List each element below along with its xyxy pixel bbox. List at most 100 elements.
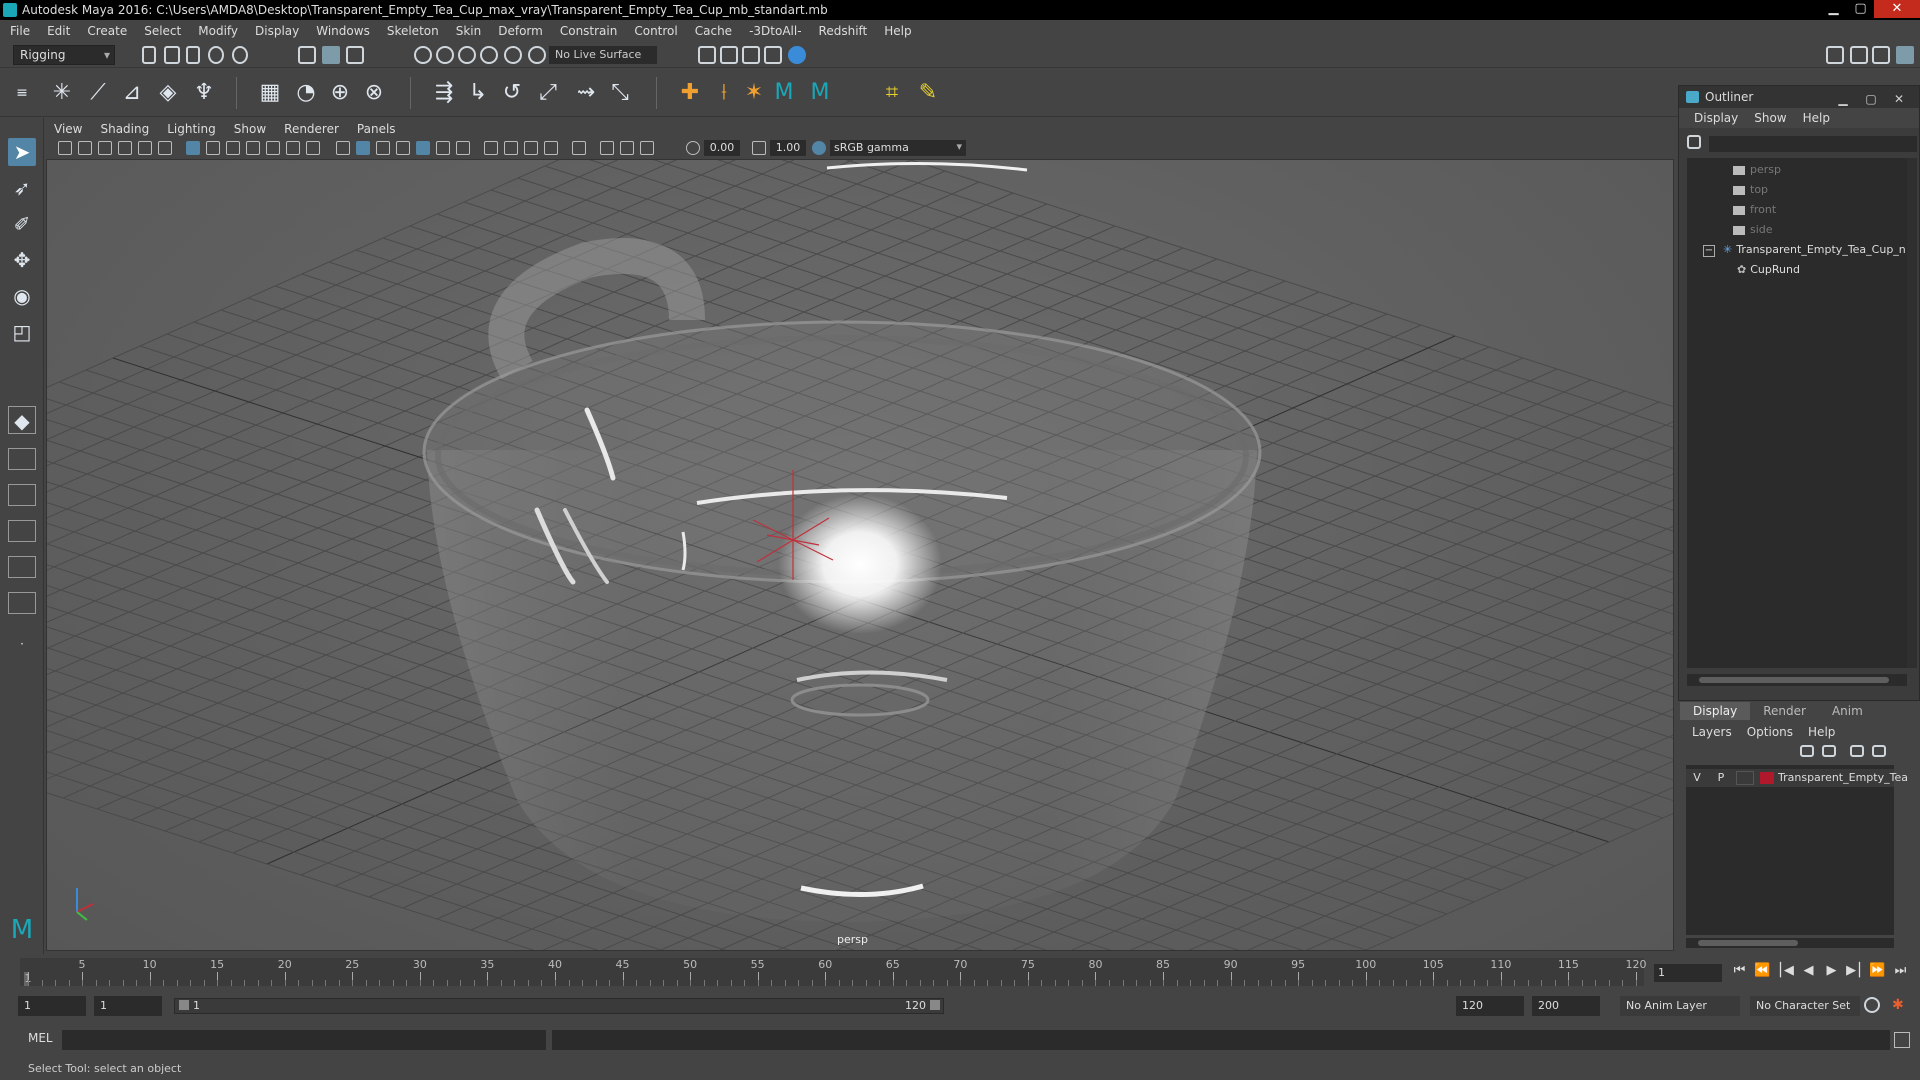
menu-file[interactable]: File [10,24,30,38]
outliner-item-front[interactable]: front [1733,200,1776,220]
minimize-button[interactable]: ▁ [1820,0,1847,18]
layer-visibility-toggle[interactable]: V [1688,769,1706,787]
layer-horizontal-scrollbar[interactable] [1686,938,1894,948]
toolbox-more-icon[interactable]: · [8,630,36,658]
outliner-filter-icon[interactable] [1687,135,1701,149]
ik-handle-icon[interactable]: ⟋ [84,79,112,107]
play-forward-button[interactable]: ▶ [1820,963,1843,978]
animation-end-field[interactable]: 200 [1532,996,1600,1016]
aim-constraint-icon[interactable]: ⇝ [572,79,600,107]
gamma-field[interactable]: 1.00 [770,140,806,156]
menu-constrain[interactable]: Constrain [560,24,618,38]
live-surface-field[interactable]: No Live Surface [549,46,657,64]
scrollbar-thumb[interactable] [1698,940,1798,946]
menu-windows[interactable]: Windows [316,24,370,38]
layer-menu-options[interactable]: Options [1747,725,1793,739]
gate-mask-icon[interactable] [246,141,260,155]
four-view-layout-icon[interactable] [8,448,36,470]
outliner-item-side[interactable]: side [1733,220,1773,240]
scrollbar-thumb[interactable] [1699,677,1889,683]
tool-settings-icon[interactable] [1872,46,1890,64]
orient-constraint-icon[interactable]: ↺ [498,79,526,107]
outliner-minimize-button[interactable]: ▁ [1829,88,1857,110]
menu-help[interactable]: Help [884,24,911,38]
render-settings-icon[interactable] [698,46,716,64]
shadows-icon[interactable] [436,141,450,155]
modeling-toolkit-icon[interactable] [1826,46,1844,64]
layer-list[interactable]: V P Transparent_Empty_Tea [1686,765,1908,935]
move-layer-down-icon[interactable] [1822,745,1836,757]
menu-modify[interactable]: Modify [198,24,238,38]
close-button[interactable]: ✕ [1874,0,1920,18]
symmetry-icon[interactable] [528,46,546,64]
safe-action-icon[interactable] [286,141,300,155]
outliner-item-persp[interactable]: persp [1733,160,1781,180]
paint-select-icon[interactable]: ✐ [8,210,36,238]
new-layer-selected-icon[interactable] [1872,745,1886,757]
outliner-menu-help[interactable]: Help [1803,111,1830,125]
motion-blur-icon[interactable] [504,141,518,155]
joint-tool-icon[interactable]: ✳ [48,79,76,107]
pole-vector-icon[interactable]: ⤡ [606,79,634,107]
textured-icon[interactable] [396,141,410,155]
step-forward-frame-button[interactable]: ▶⎮ [1843,963,1866,978]
range-start-handle[interactable] [179,1000,189,1010]
single-view-icon[interactable]: ◆ [8,406,36,434]
menu-cache[interactable]: Cache [695,24,732,38]
auto-key-icon[interactable] [1864,997,1880,1013]
grease-pencil-icon[interactable] [158,141,172,155]
channel-box-icon[interactable] [1896,46,1914,64]
backface-culling-icon[interactable] [640,141,654,155]
exposure-icon[interactable] [686,141,700,155]
attribute-editor-icon[interactable] [1850,46,1868,64]
outliner-search-input[interactable] [1709,136,1917,152]
render-view-icon[interactable] [764,46,782,64]
undo-icon[interactable] [208,46,224,64]
menu-control[interactable]: Control [634,24,677,38]
panel-menu-shading[interactable]: Shading [100,122,149,136]
play-backward-button[interactable]: ◀ [1797,963,1820,978]
cluster-handle-icon[interactable]: ⟊ [710,79,738,107]
camera-attributes-icon[interactable] [78,141,92,155]
outliner-close-button[interactable]: ✕ [1885,88,1913,110]
cluster-icon[interactable]: ◔ [292,79,320,107]
parent-constraint-icon[interactable]: ⇶ [430,79,458,107]
render-frame-icon[interactable] [720,46,738,64]
layer-display-type-toggle[interactable] [1736,771,1754,785]
step-back-key-button[interactable]: ⏪ [1751,963,1774,978]
lattice-icon[interactable]: ▦ [256,79,284,107]
select-object-icon[interactable] [322,46,340,64]
layer-row[interactable]: V P Transparent_Empty_Tea [1686,769,1908,787]
outliner-vertical-scrollbar[interactable] [1907,158,1917,668]
skin-bind-icon[interactable]: ◈ [154,79,182,107]
humanik-icon[interactable]: ♆ [190,79,218,107]
rotate-tool-icon[interactable]: ◉ [8,282,36,310]
safe-title-icon[interactable] [306,141,320,155]
image-plane-icon[interactable] [118,141,132,155]
color-management-icon[interactable] [812,141,826,155]
outliner-menu-display[interactable]: Display [1694,111,1738,125]
animation-preferences-icon[interactable]: ✱ [1892,997,1908,1013]
step-back-frame-button[interactable]: ⎮◀ [1774,963,1797,978]
persp-graph-layout-icon[interactable] [8,556,36,578]
step-forward-key-button[interactable]: ⏩ [1866,963,1889,978]
menu-redshift[interactable]: Redshift [819,24,868,38]
outliner-list[interactable]: persp top front side − ✳ Transparent_Empty… [1687,158,1907,668]
collapse-icon[interactable]: − [1703,245,1715,257]
snap-curve-icon[interactable] [436,46,454,64]
blend-shape-icon[interactable]: ⊕ [326,79,354,107]
range-end-handle[interactable] [930,1000,940,1010]
panel-menu-view[interactable]: View [54,122,82,136]
set-key-icon[interactable]: ✶ [740,79,768,107]
layer-menu-layers[interactable]: Layers [1692,725,1732,739]
menu-display[interactable]: Display [255,24,299,38]
menu-3dtoall[interactable]: -3DtoAll- [749,24,801,38]
two-view-layout-icon[interactable] [8,484,36,506]
locator-icon[interactable]: ✚ [676,79,704,107]
menu-create[interactable]: Create [87,24,127,38]
select-component-icon[interactable] [346,46,364,64]
menu-select[interactable]: Select [144,24,181,38]
outliner-menu-show[interactable]: Show [1754,111,1786,125]
menu-skin[interactable]: Skin [456,24,482,38]
two-d-pan-icon[interactable] [138,141,152,155]
